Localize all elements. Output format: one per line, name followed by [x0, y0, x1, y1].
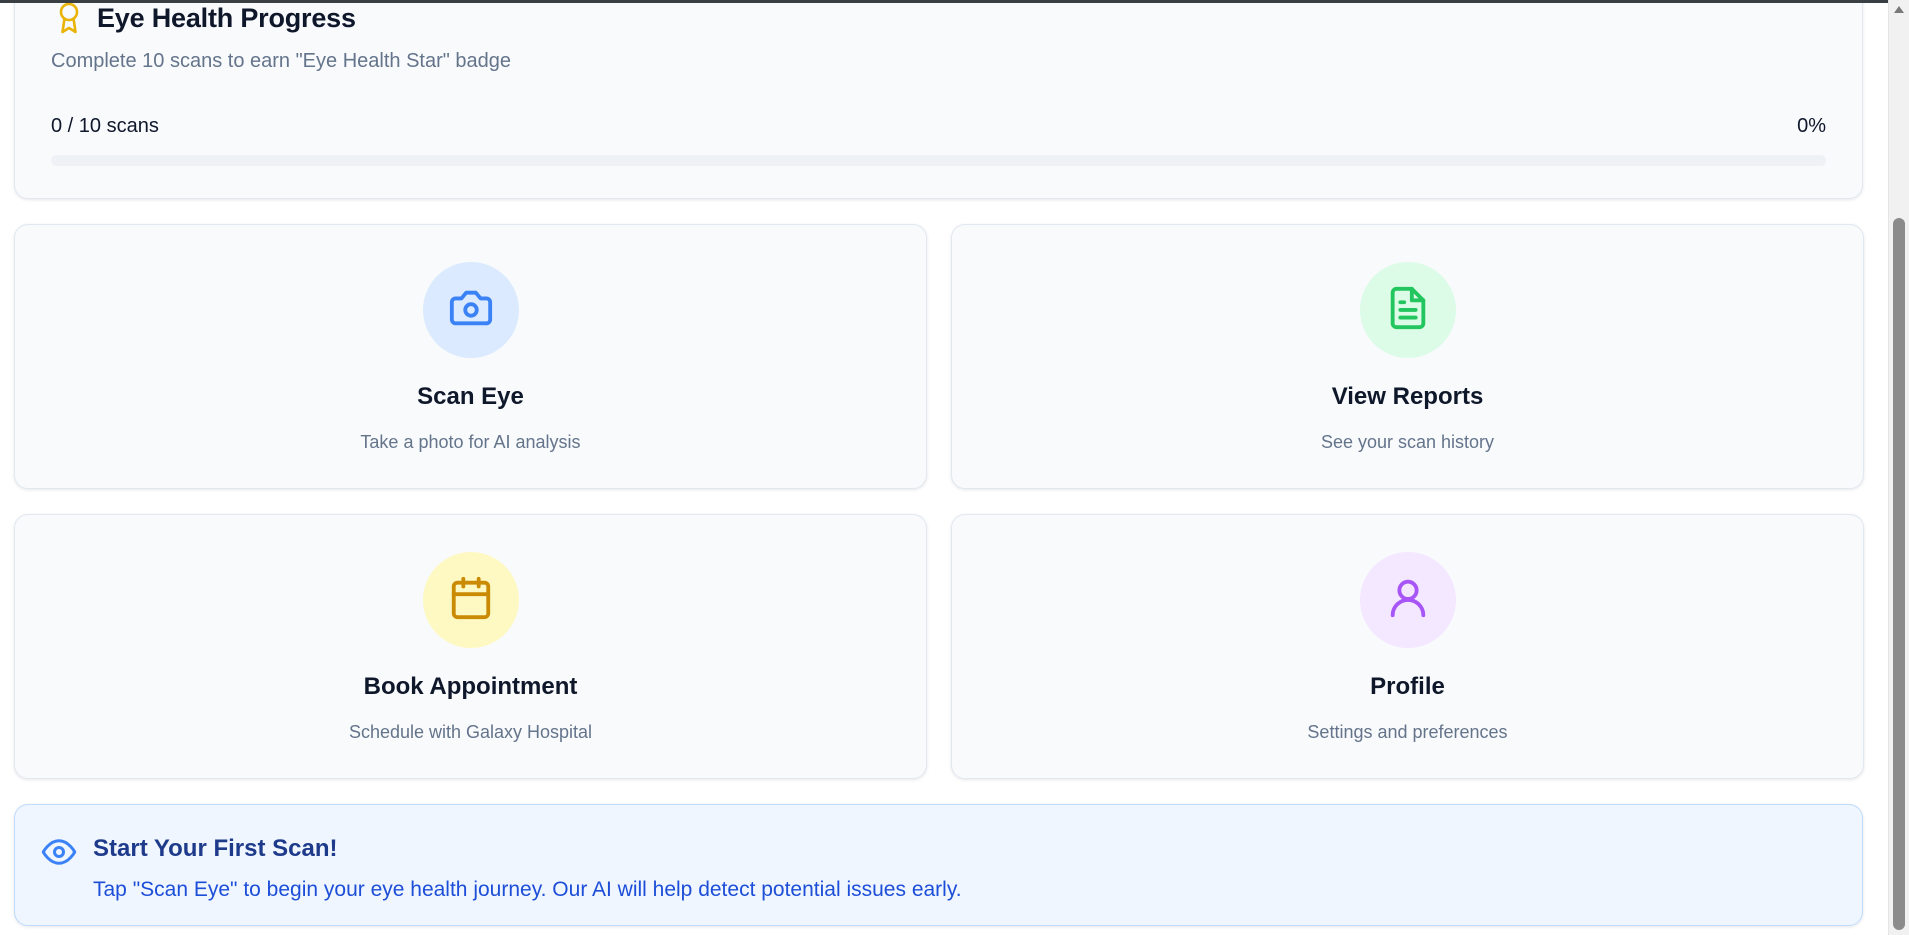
- progress-count: 0 / 10 scans: [51, 115, 159, 137]
- page-viewport: Eye Health Progress Complete 10 scans to…: [0, 3, 1888, 935]
- scan-eye-tile[interactable]: Scan Eye Take a photo for AI analysis: [14, 224, 927, 489]
- camera-icon: [448, 285, 494, 336]
- file-text-icon: [1385, 285, 1431, 336]
- profile-title: Profile: [1370, 673, 1445, 700]
- eye-health-progress-card: Eye Health Progress Complete 10 scans to…: [14, 3, 1863, 199]
- view-reports-description: See your scan history: [1320, 432, 1495, 452]
- book-appointment-tile[interactable]: Book Appointment Schedule with Galaxy Ho…: [14, 514, 927, 779]
- calendar-icon: [448, 575, 494, 626]
- user-icon: [1385, 575, 1431, 626]
- vertical-scrollbar[interactable]: [1888, 0, 1909, 935]
- award-icon: [55, 3, 83, 34]
- eye-icon: [41, 837, 77, 867]
- scroll-up-arrow-icon[interactable]: [1894, 6, 1904, 13]
- tip-title: Start Your First Scan!: [93, 835, 338, 862]
- view-reports-icon-circle: [1359, 262, 1456, 358]
- first-scan-tip-banner: Start Your First Scan! Tap "Scan Eye" to…: [14, 804, 1863, 926]
- view-reports-title: View Reports: [1331, 383, 1484, 410]
- book-appointment-title: Book Appointment: [363, 673, 578, 700]
- progress-subtitle: Complete 10 scans to earn "Eye Health St…: [51, 50, 512, 72]
- progress-percent: 0%: [1797, 115, 1826, 137]
- profile-icon-circle: [1359, 552, 1456, 648]
- profile-description: Settings and preferences: [1307, 722, 1508, 742]
- view-reports-tile[interactable]: View Reports See your scan history: [951, 224, 1864, 489]
- scan-eye-title: Scan Eye: [417, 383, 524, 410]
- scan-eye-description: Take a photo for AI analysis: [360, 432, 581, 452]
- scrollbar-thumb[interactable]: [1893, 218, 1905, 930]
- book-appointment-description: Schedule with Galaxy Hospital: [348, 722, 593, 742]
- book-appointment-icon-circle: [422, 552, 519, 648]
- tip-text: Tap "Scan Eye" to begin your eye health …: [93, 878, 962, 901]
- profile-tile[interactable]: Profile Settings and preferences: [951, 514, 1864, 779]
- progress-header: Eye Health Progress: [55, 3, 356, 34]
- scan-eye-icon-circle: [422, 262, 519, 358]
- progress-title: Eye Health Progress: [97, 3, 356, 33]
- progress-bar: [51, 155, 1826, 166]
